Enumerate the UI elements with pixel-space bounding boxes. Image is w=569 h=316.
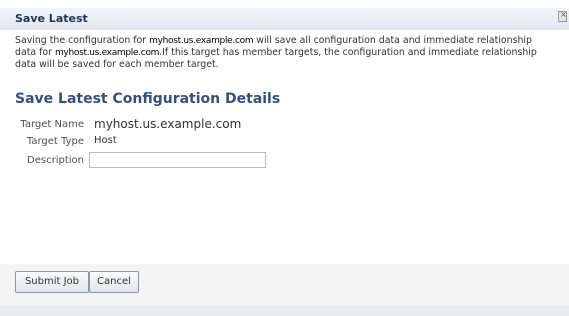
save-latest-dialog: Save Latest × Saving the configuration f… bbox=[0, 0, 569, 316]
target-type-value: Host bbox=[94, 135, 117, 146]
target-name-value: myhost.us.example.com bbox=[94, 117, 242, 131]
dialog-description: Saving the configuration for myhost.us.e… bbox=[15, 35, 555, 71]
host-name-inline: myhost.us.example.com bbox=[54, 48, 160, 58]
close-button[interactable]: × bbox=[558, 10, 567, 22]
cancel-button[interactable]: Cancel bbox=[89, 271, 139, 293]
target-name-label: Target Name bbox=[20, 119, 84, 130]
submit-job-button[interactable]: Submit Job bbox=[15, 271, 89, 293]
dialog-title: Save Latest bbox=[15, 12, 88, 25]
description-input[interactable] bbox=[89, 152, 266, 168]
target-type-label: Target Type bbox=[26, 136, 84, 147]
section-header: Save Latest Configuration Details bbox=[15, 91, 281, 107]
close-icon: × bbox=[560, 10, 567, 19]
dialog-bottom-edge bbox=[0, 306, 569, 316]
description-text: Saving the configuration for bbox=[15, 35, 150, 46]
description-label: Description bbox=[27, 155, 84, 166]
host-name-inline: myhost.us.example.com bbox=[149, 36, 254, 46]
dialog-title-bar: Save Latest × bbox=[0, 8, 569, 30]
dialog-footer: Submit Job Cancel bbox=[0, 264, 569, 306]
